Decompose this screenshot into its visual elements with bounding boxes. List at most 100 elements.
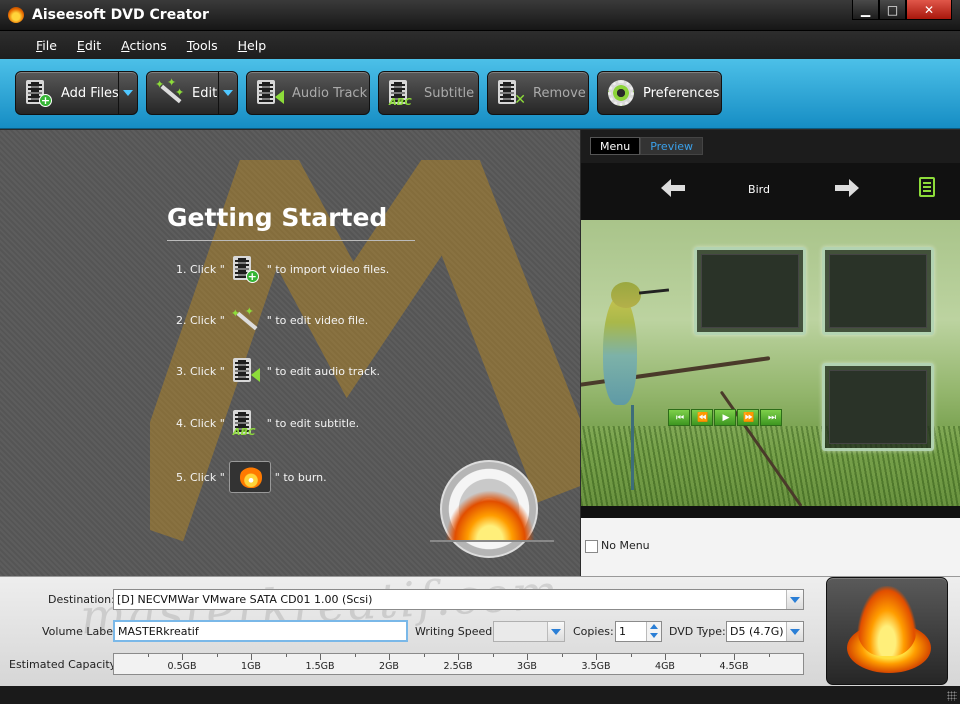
magic-wand-icon: ✦ ✦ (231, 305, 261, 335)
burn-icon (228, 461, 271, 493)
capacity-tick (285, 654, 287, 657)
subtitle-button[interactable]: ABC Subtitle (378, 71, 479, 115)
capacity-tick (699, 654, 701, 657)
capacity-tick (251, 654, 252, 660)
edit-menu-icon[interactable] (919, 177, 935, 197)
volume-label-input[interactable] (113, 620, 408, 642)
add-video-icon: + (231, 254, 261, 284)
writing-speed-select[interactable] (493, 621, 565, 642)
capacity-tick (561, 654, 563, 657)
remove-label: Remove (533, 85, 586, 101)
capacity-bar: 0.5GB 1GB 1.5GB 2GB 2.5GB 3GB 3.5GB 4GB 4.5GB (113, 653, 804, 675)
minimize-button[interactable]: ▁ (852, 0, 879, 20)
dvd-type-select[interactable]: D5 (4.7G) (726, 621, 804, 642)
estimated-capacity-label: Estimated Capacity: (9, 658, 120, 671)
capacity-tick (423, 654, 425, 657)
step-4: 4. Click " ABC " to edit subtitle. (176, 408, 359, 438)
chapter-thumbnail-2[interactable] (822, 247, 934, 335)
destination-label: Destination: (48, 593, 115, 606)
preferences-button[interactable]: Preferences (597, 71, 722, 115)
no-menu-area: No Menu (581, 518, 960, 576)
toolbar: + Add Files ✦ ✦ ✦ Edit Audio Track ABC Sub… (0, 59, 960, 129)
chapter-thumbnail-3[interactable] (822, 363, 934, 451)
menu-actions[interactable]: Actions (121, 38, 167, 53)
copies-stepper[interactable]: 1 (615, 621, 662, 642)
subtitle-label: Subtitle (424, 85, 475, 101)
capacity-tick (734, 654, 735, 660)
capacity-tick (665, 654, 666, 660)
edit-dropdown[interactable] (218, 72, 237, 114)
capacity-tick-label: 4.5GB (719, 661, 749, 672)
last-chapter-button[interactable]: ⏭ (760, 409, 782, 426)
volume-label-label: Volume Label: (42, 625, 120, 638)
destination-select[interactable]: [D] NECVMWar VMware SATA CD01 1.00 (Scsi… (113, 589, 804, 610)
rewind-button[interactable]: ⏪ (691, 409, 713, 426)
tab-menu[interactable]: Menu (590, 137, 641, 155)
flame-icon (445, 490, 535, 540)
add-files-label: Add Files (61, 85, 119, 101)
chapter-thumbnail-1[interactable] (694, 247, 806, 335)
capacity-tick (182, 654, 183, 660)
first-chapter-button[interactable]: ⏮ (668, 409, 690, 426)
menu-template-name: Bird (748, 183, 770, 196)
remove-icon: ✕ (496, 78, 526, 108)
subtitle-icon: ABC (387, 78, 417, 108)
no-menu-checkbox[interactable] (585, 540, 598, 553)
remove-button[interactable]: ✕ Remove (487, 71, 589, 115)
capacity-tick-label: 3GB (517, 661, 537, 672)
menu-edit[interactable]: Edit (77, 38, 101, 53)
menu-tabs: Menu Preview (590, 137, 704, 155)
preview-bottom-bar (581, 506, 960, 518)
audio-track-icon (255, 78, 285, 108)
next-template-button[interactable] (835, 179, 859, 197)
capacity-tick (216, 654, 218, 657)
capacity-tick-label: 2.5GB (443, 661, 473, 672)
menu-help[interactable]: Help (238, 38, 267, 53)
destination-dropdown-arrow[interactable] (786, 590, 803, 609)
dvd-type-dropdown-arrow[interactable] (786, 622, 803, 641)
no-menu-label: No Menu (601, 539, 650, 552)
play-button[interactable]: ▶ (714, 409, 736, 426)
maximize-button[interactable]: □ (879, 0, 906, 20)
add-files-dropdown[interactable] (118, 72, 137, 114)
bird-beak (638, 288, 670, 295)
window-title: Aiseesoft DVD Creator (32, 7, 209, 23)
add-files-button[interactable]: + Add Files (15, 71, 138, 115)
close-button[interactable]: ✕ (906, 0, 952, 20)
menu-tools[interactable]: Tools (187, 38, 218, 53)
step-5: 5. Click " " to burn. (176, 461, 327, 493)
menu-file[interactable]: File (36, 38, 57, 53)
audio-track-button[interactable]: Audio Track (246, 71, 370, 115)
copies-spin-buttons[interactable] (646, 622, 661, 641)
fast-forward-button[interactable]: ⏩ (737, 409, 759, 426)
playback-controls: ⏮ ⏪ ▶ ⏩ ⏭ (668, 409, 782, 426)
capacity-tick (527, 654, 528, 660)
menu-template-navigator: Bird (581, 163, 960, 220)
gear-icon (606, 78, 636, 108)
menu-bar: File Edit Actions Tools Help (0, 31, 960, 59)
bird-head (611, 282, 641, 308)
subtitle-icon: ABC (231, 408, 261, 438)
capacity-tick-label: 2GB (379, 661, 399, 672)
writing-speed-dropdown-arrow[interactable] (547, 622, 564, 641)
audio-track-label: Audio Track (292, 85, 368, 101)
bird-body (603, 295, 637, 405)
capacity-tick (389, 654, 390, 660)
step-1: 1. Click " + " to import video files. (176, 254, 389, 284)
capacity-tick (320, 654, 321, 660)
capacity-tick (492, 654, 494, 657)
status-bar (0, 686, 960, 704)
resize-grip[interactable] (947, 691, 957, 701)
getting-started-pane: Getting Started 1. Click " + " to import… (0, 130, 580, 576)
menu-preview-pane: Menu Preview Bird ⏮ ⏪ ▶ ⏩ ⏭ No Menu (581, 130, 960, 576)
audio-track-icon (231, 356, 261, 386)
copies-label: Copies: (573, 625, 614, 638)
title-bar: Aiseesoft DVD Creator ▁ □ ✕ (0, 0, 960, 31)
capacity-tick-label: 3.5GB (581, 661, 611, 672)
burn-button[interactable] (826, 577, 948, 685)
dvd-type-label: DVD Type: (669, 625, 726, 638)
disc-base-line (430, 540, 554, 542)
edit-button[interactable]: ✦ ✦ ✦ Edit (146, 71, 238, 115)
capacity-tick (768, 654, 770, 657)
tab-preview[interactable]: Preview (640, 137, 704, 155)
